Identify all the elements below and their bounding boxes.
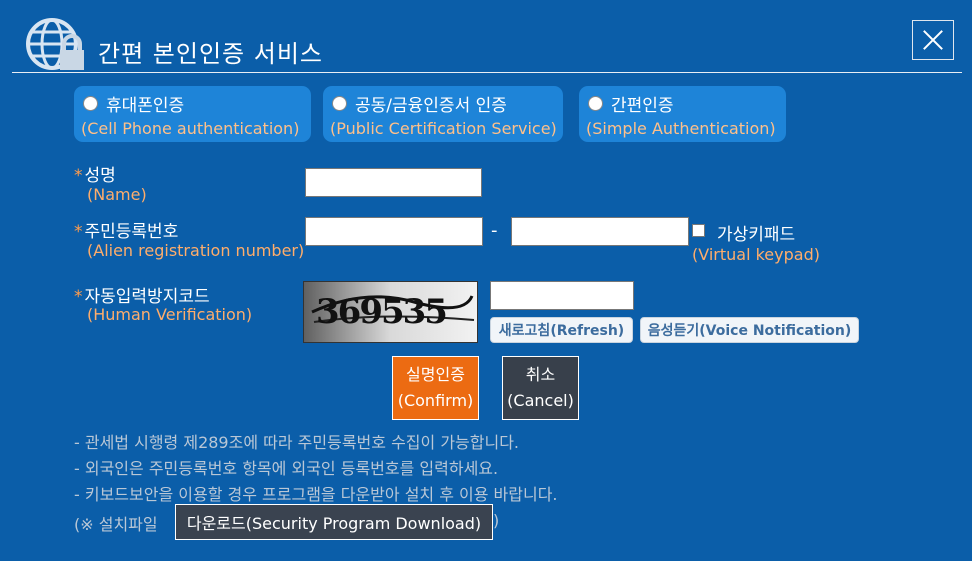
alien-number-label: * 주민등록번호 (74, 222, 179, 242)
tab-sublabel: (Simple Authentication) (586, 119, 776, 138)
globe-lock-icon (26, 18, 84, 70)
refresh-button[interactable]: 새로고침(Refresh) (490, 317, 633, 343)
confirm-button[interactable]: 실명인증 (Confirm) (392, 356, 479, 420)
voice-notification-button[interactable]: 음성듣기(Voice Notification) (640, 317, 859, 343)
note-install-prefix: (※ 설치파일 (74, 515, 158, 534)
captcha-label: * 자동입력방지코드 (74, 287, 210, 307)
tab-public-certificate[interactable]: 공동/금융인증서 인증 (Public Certification Servic… (323, 86, 563, 142)
tab-label: 간편인증 (611, 96, 674, 116)
tab-cell-phone[interactable]: 휴대폰인증 (Cell Phone authentication) (74, 86, 311, 142)
note-line-2: - 외국인은 주민등록번호 항목에 외국인 등록번호를 입력하세요. (74, 459, 499, 478)
tab-label: 휴대폰인증 (106, 96, 185, 116)
dialog-title: 간편 본인인증 서비스 (98, 40, 323, 68)
title-divider (12, 72, 962, 73)
tab-sublabel: (Public Certification Service) (330, 119, 557, 138)
captcha-input[interactable] (490, 281, 634, 310)
alien-number-first-input[interactable] (305, 217, 483, 246)
alien-number-second-input[interactable] (511, 217, 689, 246)
virtual-keypad-sublabel: (Virtual keypad) (692, 245, 820, 264)
note-line-1: - 관세법 시행령 제289조에 따라 주민등록번호 수집이 가능합니다. (74, 433, 520, 452)
cancel-button[interactable]: 취소 (Cancel) (502, 356, 579, 420)
tab-simple-auth[interactable]: 간편인증 (Simple Authentication) (579, 86, 786, 142)
note-install-suffix: ) (493, 511, 500, 530)
name-input[interactable] (305, 168, 482, 197)
radio-cell-phone[interactable] (83, 96, 98, 111)
download-button[interactable]: 다운로드(Security Program Download) (175, 504, 493, 540)
captcha-code: 369535 (316, 292, 448, 332)
radio-simple-auth[interactable] (588, 96, 603, 111)
tab-sublabel: (Cell Phone authentication) (81, 119, 300, 138)
captcha-sublabel: (Human Verification) (87, 305, 253, 324)
close-button[interactable] (912, 20, 954, 60)
virtual-keypad-label: 가상키패드 (717, 225, 796, 245)
virtual-keypad-checkbox[interactable] (692, 224, 705, 237)
note-line-3: - 키보드보안을 이용할 경우 프로그램을 다운받아 설치 후 이용 바랍니다. (74, 485, 558, 504)
alien-number-sublabel: (Alien registration number) (87, 241, 305, 260)
captcha-image: 369535 (303, 281, 478, 343)
number-separator: - (491, 220, 498, 241)
radio-public-certificate[interactable] (332, 96, 347, 111)
name-sublabel: (Name) (87, 185, 147, 204)
tab-label: 공동/금융인증서 인증 (355, 96, 507, 116)
name-label: * 성명 (74, 166, 116, 186)
